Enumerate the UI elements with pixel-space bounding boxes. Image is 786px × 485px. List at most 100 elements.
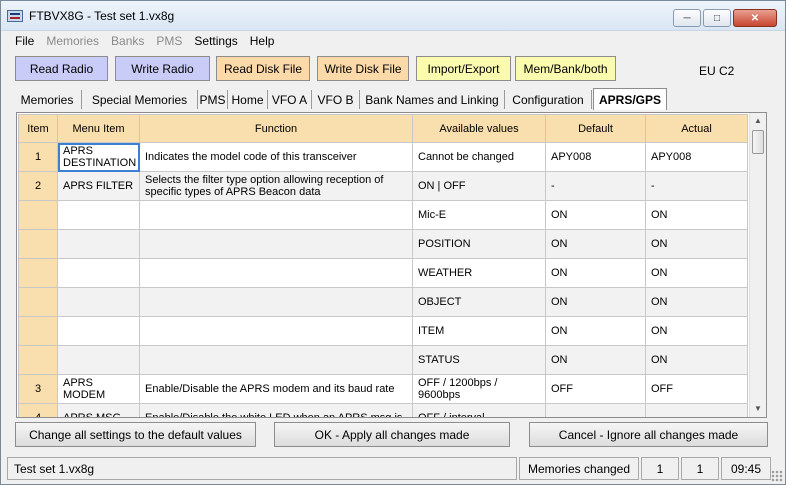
cell-menu-item[interactable]: APRS DESTINATION [57, 142, 140, 172]
cell-function[interactable] [139, 287, 413, 317]
cell-default[interactable]: APY008 [545, 142, 646, 172]
resize-grip-icon[interactable] [771, 470, 783, 482]
menu-pms[interactable]: PMS [150, 31, 188, 51]
import-export-button[interactable]: Import/Export [416, 56, 511, 81]
tab-bank-names[interactable]: Bank Names and Linking [360, 90, 505, 109]
cell-item[interactable] [18, 200, 58, 230]
scroll-thumb[interactable] [752, 130, 764, 154]
tab-special-memories[interactable]: Special Memories [82, 90, 198, 109]
tab-memories[interactable]: Memories [13, 90, 82, 109]
cell-values[interactable]: Mic-E [412, 200, 546, 230]
mem-bank-both-button[interactable]: Mem/Bank/both [515, 56, 616, 81]
cell-values[interactable]: STATUS [412, 345, 546, 375]
scroll-down-icon[interactable]: ▼ [753, 403, 763, 415]
cell-values[interactable]: ON | OFF [412, 171, 546, 201]
menu-banks[interactable]: Banks [105, 31, 150, 51]
cell-item[interactable] [18, 316, 58, 346]
write-disk-file-button[interactable]: Write Disk File [317, 56, 409, 81]
col-header-available-values[interactable]: Available values [412, 114, 546, 143]
tab-aprs-gps[interactable]: APRS/GPS [593, 88, 667, 110]
read-disk-file-button[interactable]: Read Disk File [216, 56, 310, 81]
minimize-icon[interactable]: ─ [673, 9, 701, 27]
settings-grid[interactable]: Item Menu Item Function Available values… [16, 112, 767, 418]
cancel-button[interactable]: Cancel - Ignore all changes made [529, 422, 768, 447]
cell-default[interactable]: ON [545, 200, 646, 230]
cell-default[interactable]: ON [545, 258, 646, 288]
cell-values[interactable]: OFF / 1200bps / 9600bps [412, 374, 546, 404]
cell-function[interactable] [139, 258, 413, 288]
cell-default[interactable]: ON [545, 316, 646, 346]
col-header-default[interactable]: Default [545, 114, 646, 143]
cell-actual[interactable]: - [645, 171, 748, 201]
vertical-scrollbar[interactable]: ▲ ▼ [749, 113, 766, 417]
cell-function[interactable]: Enable/Disable the white LED when an APR… [139, 403, 413, 417]
title-bar[interactable]: FTBVX8G - Test set 1.vx8g ─ □ ✕ [1, 1, 785, 31]
scroll-up-icon[interactable]: ▲ [753, 115, 763, 127]
cell-function[interactable] [139, 200, 413, 230]
cell-values[interactable]: OFF / interval [412, 403, 546, 417]
cell-actual[interactable]: ON [645, 316, 748, 346]
write-radio-button[interactable]: Write Radio [115, 56, 210, 81]
cell-item[interactable]: 1 [18, 142, 58, 172]
tab-configuration[interactable]: Configuration [505, 90, 592, 109]
cell-item[interactable]: 3 [18, 374, 58, 404]
cell-values[interactable]: POSITION [412, 229, 546, 259]
col-header-item[interactable]: Item [18, 114, 58, 143]
cell-menu-item[interactable] [57, 287, 140, 317]
cell-default[interactable]: - [545, 171, 646, 201]
cell-menu-item[interactable] [57, 258, 140, 288]
cell-default[interactable]: OFF [545, 374, 646, 404]
cell-actual[interactable]: ON [645, 229, 748, 259]
col-header-menu-item[interactable]: Menu Item [57, 114, 140, 143]
cell-menu-item[interactable] [57, 229, 140, 259]
col-header-actual[interactable]: Actual [645, 114, 748, 143]
cell-default[interactable]: ON [545, 229, 646, 259]
tab-vfo-a[interactable]: VFO A [268, 90, 312, 109]
cell-values[interactable]: ITEM [412, 316, 546, 346]
read-radio-button[interactable]: Read Radio [15, 56, 108, 81]
cell-default[interactable]: - [545, 403, 646, 417]
cell-menu-item[interactable]: APRS MSG [57, 403, 140, 417]
cell-actual[interactable]: ON [645, 200, 748, 230]
cell-values[interactable]: WEATHER [412, 258, 546, 288]
col-header-function[interactable]: Function [139, 114, 413, 143]
cell-item[interactable] [18, 287, 58, 317]
menu-file[interactable]: File [9, 31, 40, 51]
cell-default[interactable]: ON [545, 287, 646, 317]
cell-actual[interactable]: - [645, 403, 748, 417]
tab-home[interactable]: Home [228, 90, 268, 109]
maximize-icon[interactable]: □ [703, 9, 731, 27]
tab-vfo-b[interactable]: VFO B [312, 90, 360, 109]
cell-default[interactable]: ON [545, 345, 646, 375]
cell-menu-item[interactable]: APRS FILTER [57, 171, 140, 201]
cell-item[interactable]: 4 [18, 403, 58, 417]
cell-menu-item[interactable] [57, 316, 140, 346]
reset-defaults-button[interactable]: Change all settings to the default value… [15, 422, 256, 447]
cell-menu-item[interactable] [57, 345, 140, 375]
cell-actual[interactable]: ON [645, 345, 748, 375]
cell-actual[interactable]: ON [645, 287, 748, 317]
cell-function[interactable] [139, 345, 413, 375]
close-icon[interactable]: ✕ [733, 9, 777, 27]
cell-function[interactable]: Indicates the model code of this transce… [139, 142, 413, 172]
cell-actual[interactable]: APY008 [645, 142, 748, 172]
menu-memories[interactable]: Memories [40, 31, 105, 51]
menu-settings[interactable]: Settings [188, 31, 243, 51]
cell-menu-item[interactable]: APRS MODEM [57, 374, 140, 404]
cell-values[interactable]: Cannot be changed [412, 142, 546, 172]
cell-item[interactable] [18, 258, 58, 288]
cell-item[interactable] [18, 229, 58, 259]
cell-item[interactable]: 2 [18, 171, 58, 201]
cell-function[interactable]: Enable/Disable the APRS modem and its ba… [139, 374, 413, 404]
cell-function[interactable] [139, 229, 413, 259]
ok-apply-button[interactable]: OK - Apply all changes made [274, 422, 510, 447]
cell-values[interactable]: OBJECT [412, 287, 546, 317]
cell-actual[interactable]: OFF [645, 374, 748, 404]
cell-function[interactable] [139, 316, 413, 346]
cell-function[interactable]: Selects the filter type option allowing … [139, 171, 413, 201]
tab-pms[interactable]: PMS [198, 90, 228, 109]
cell-actual[interactable]: ON [645, 258, 748, 288]
menu-help[interactable]: Help [244, 31, 281, 51]
cell-item[interactable] [18, 345, 58, 375]
cell-menu-item[interactable] [57, 200, 140, 230]
